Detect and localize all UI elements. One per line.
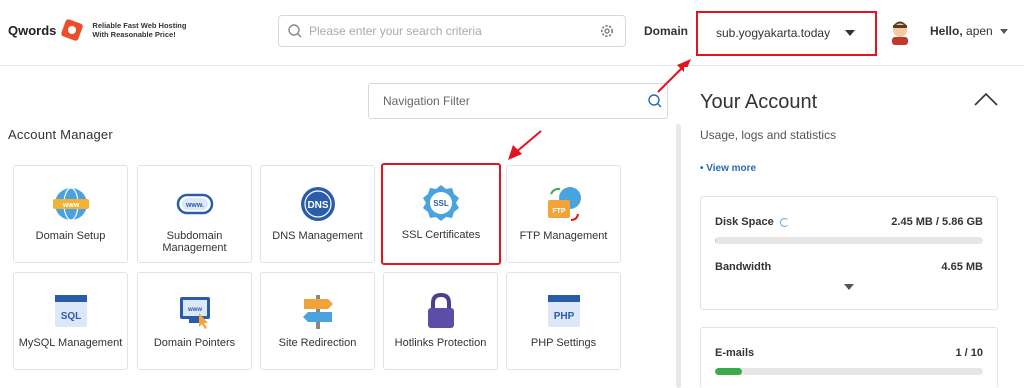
search-input[interactable] <box>303 17 599 45</box>
php-icon: PHP <box>547 295 580 327</box>
avatar[interactable] <box>889 19 911 45</box>
signpost-icon <box>302 295 333 329</box>
tile-dns-management[interactable]: DNS DNS Management <box>260 165 375 263</box>
chevron-up-icon[interactable] <box>974 92 998 106</box>
domain-pointer-icon: www <box>179 297 210 329</box>
emails-card: E-mails 1 / 10 <box>700 327 998 388</box>
brand-name: Qwords <box>8 22 57 38</box>
disk-space-label: Disk Space <box>715 216 789 228</box>
annotation-arrow-ssl <box>508 130 542 160</box>
tile-ssl-certificates[interactable]: SSL SSL Certificates <box>381 163 501 265</box>
sql-icon: SQL <box>54 295 87 327</box>
tile-label: FTP Management <box>519 230 608 242</box>
tile-label: Domain Pointers <box>153 337 236 349</box>
user-menu-caret-icon[interactable] <box>1000 29 1008 34</box>
greeting-text: Hello, <box>930 24 963 38</box>
svg-text:PHP: PHP <box>553 311 574 322</box>
lock-icon <box>427 292 454 328</box>
svg-text:www: www <box>61 202 79 209</box>
disk-space-bar <box>715 237 983 244</box>
tile-label: SSL Certificates <box>401 229 481 241</box>
disk-space-bar-fill <box>715 237 717 244</box>
brand-tagline: Reliable Fast Web Hosting With Reasonabl… <box>92 21 186 39</box>
tile-label: Subdomain Management <box>162 230 227 254</box>
tile-mysql-management[interactable]: SQL MySQL Management <box>13 272 128 370</box>
global-search <box>278 15 626 47</box>
gear-icon[interactable] <box>599 23 615 39</box>
bandwidth-label: Bandwidth <box>715 261 772 273</box>
domain-value: sub.yogyakarta.today <box>716 26 831 40</box>
tile-label: Hotlinks Protection <box>394 337 487 349</box>
www-globe-icon: www <box>52 187 89 221</box>
tile-hotlinks-protection[interactable]: Hotlinks Protection <box>383 272 498 370</box>
svg-text:SQL: SQL <box>60 311 81 322</box>
brand-tagline-line-2: With Reasonable Price! <box>92 30 176 39</box>
tile-label: DNS Management <box>272 230 363 242</box>
brand-mark-icon <box>61 19 84 41</box>
disk-space-text: Disk Space <box>715 216 774 228</box>
emails-label: E-mails <box>715 347 755 359</box>
chevron-down-icon[interactable] <box>845 30 855 36</box>
brand-tagline-line-1: Reliable Fast Web Hosting <box>92 21 187 30</box>
disk-space-value: 2.45 MB / 5.86 GB <box>891 216 983 228</box>
tile-label: PHP Settings <box>530 337 597 349</box>
refresh-icon[interactable] <box>779 217 789 227</box>
tile-domain-pointers[interactable]: www Domain Pointers <box>137 272 252 370</box>
tile-ftp-management[interactable]: FTP FTP Management <box>506 165 621 263</box>
view-more-link[interactable]: • View more <box>700 163 756 174</box>
account-title: Your Account <box>700 91 818 113</box>
brand-logo[interactable]: Qwords Reliable Fast Web Hosting With Re… <box>8 18 186 42</box>
tile-label: Site Redirection <box>278 337 357 349</box>
navigation-filter-input[interactable] <box>369 94 647 108</box>
bandwidth-value: 4.65 MB <box>941 261 983 273</box>
domain-select[interactable]: sub.yogyakarta.today <box>702 18 864 48</box>
usage-card: Disk Space 2.45 MB / 5.86 GB Bandwidth 4… <box>700 196 998 310</box>
account-subtitle: Usage, logs and statistics <box>700 128 837 142</box>
scrollbar[interactable] <box>676 124 681 388</box>
tile-label: Domain Setup <box>35 230 106 242</box>
domain-label: Domain <box>644 24 689 38</box>
expand-caret-icon[interactable] <box>844 284 854 290</box>
section-title: Account Manager <box>8 127 113 142</box>
emails-bar-fill <box>715 368 742 375</box>
search-icon <box>288 24 302 38</box>
svg-text:SSL: SSL <box>433 199 449 208</box>
tile-subdomain-management[interactable]: www. Subdomain Management <box>137 165 252 263</box>
ftp-icon: FTP <box>547 187 581 221</box>
emails-bar <box>715 368 983 375</box>
subdomain-icon: www. <box>176 193 213 215</box>
tile-domain-setup[interactable]: www Domain Setup <box>13 165 128 263</box>
svg-text:www: www <box>186 307 201 313</box>
emails-value: 1 / 10 <box>955 347 983 359</box>
username: apen <box>966 24 993 38</box>
dns-icon: DNS <box>300 187 335 221</box>
tile-label: MySQL Management <box>18 337 123 349</box>
user-greeting[interactable]: Hello, apen <box>930 24 993 38</box>
domain-selector-highlight: sub.yogyakarta.today <box>696 11 877 56</box>
svg-text:www.: www. <box>184 202 203 209</box>
ssl-badge-icon: SSL <box>423 185 459 221</box>
tile-site-redirection[interactable]: Site Redirection <box>260 272 375 370</box>
navigation-filter <box>368 83 668 119</box>
tile-php-settings[interactable]: PHP PHP Settings <box>506 272 621 370</box>
top-bar: Qwords Reliable Fast Web Hosting With Re… <box>0 0 1024 66</box>
svg-text:DNS: DNS <box>307 200 328 211</box>
svg-text:FTP: FTP <box>552 208 566 215</box>
